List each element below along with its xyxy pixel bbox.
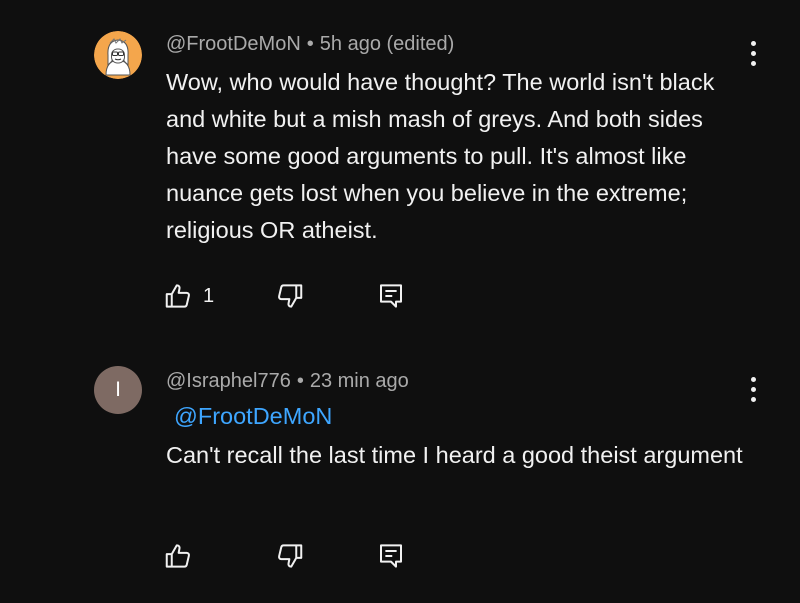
reply-icon (380, 544, 402, 568)
author-name[interactable]: @Israphel776 (166, 370, 291, 392)
comment-time: 23 min ago (309, 370, 409, 392)
comment-meta: @Israphel776 • 23 min ago (166, 370, 409, 393)
thumbs-up-icon (165, 544, 190, 568)
dislike-button[interactable] (275, 541, 305, 571)
reply-button[interactable] (376, 541, 406, 571)
comment-menu-button[interactable] (740, 373, 766, 405)
mention-link[interactable]: @FrootDeMoN (174, 403, 332, 430)
more-vert-icon (750, 376, 756, 382)
like-button[interactable] (163, 541, 203, 571)
avatar-letter: I (115, 378, 121, 401)
meta-separator: • (296, 370, 304, 392)
comment-text: Can't recall the last time I heard a goo… (166, 442, 743, 468)
thumbs-down-icon (278, 544, 303, 568)
avatar[interactable]: I (94, 366, 142, 414)
comment-2: I @Israphel776 • 23 min ago @FrootDeMoN Ca… (0, 0, 800, 603)
